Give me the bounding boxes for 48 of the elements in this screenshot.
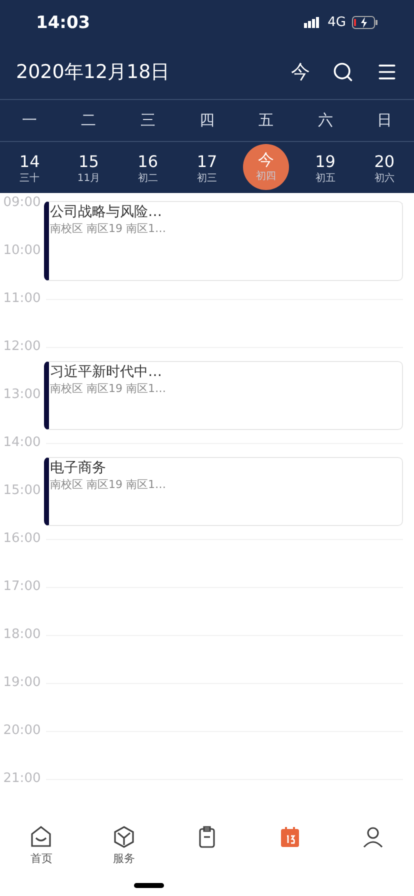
- event-location: 南校区 南区19 南区1…: [50, 381, 166, 397]
- today-button[interactable]: 今: [291, 59, 310, 85]
- event-card[interactable]: 习近平新时代中… 南校区 南区19 南区1…: [44, 361, 403, 430]
- profile-icon: [360, 825, 385, 849]
- hour-label: 21:00: [2, 771, 42, 788]
- day-cell[interactable]: 17 初三: [196, 144, 218, 193]
- hour-label: 19:00: [2, 675, 42, 692]
- date-title: 2020年12月18日: [16, 60, 171, 85]
- day-cell[interactable]: 14 三十: [19, 144, 40, 193]
- battery-charging-icon: [352, 16, 378, 29]
- event-card[interactable]: 电子商务 南校区 南区19 南区1…: [44, 457, 403, 526]
- cube-icon: [112, 825, 136, 849]
- hour-label: 15:00: [2, 483, 42, 500]
- day-cell[interactable]: 16 初二: [138, 144, 158, 193]
- weekday-label: 二: [80, 111, 98, 130]
- weekday-label: 六: [316, 111, 334, 130]
- day-cell[interactable]: 20 初六: [374, 144, 395, 193]
- event-title: 习近平新时代中…: [50, 363, 162, 381]
- tab-item[interactable]: 服务: [82, 819, 166, 867]
- event-location: 南校区 南区19 南区1…: [50, 221, 166, 237]
- tab-item[interactable]: 首页: [0, 819, 83, 867]
- weekday-label: 四: [198, 111, 216, 130]
- day-cell[interactable]: 15 11月: [77, 144, 100, 193]
- event-card[interactable]: 公司战略与风险… 南校区 南区19 南区1…: [44, 201, 403, 281]
- signal-icon: [304, 17, 322, 28]
- hour-label: 16:00: [2, 531, 42, 548]
- hour-label: 13:00: [2, 387, 42, 404]
- hour-label: 09:00: [2, 195, 42, 212]
- hour-label: 17:00: [2, 579, 42, 596]
- hour-label: 14:00: [2, 435, 42, 452]
- search-button[interactable]: [332, 61, 354, 83]
- home-icon: [29, 825, 54, 849]
- event-location: 南校区 南区19 南区1…: [50, 477, 166, 493]
- hour-label: 12:00: [2, 339, 42, 356]
- hour-label: 20:00: [2, 723, 42, 740]
- network-label: 4G: [328, 15, 346, 30]
- weekday-label: 三: [139, 111, 156, 130]
- weekday-label: 一: [21, 111, 38, 130]
- hour-label: 10:00: [2, 243, 42, 260]
- home-indicator: [134, 883, 164, 888]
- hour-label: 18:00: [2, 627, 42, 644]
- hour-label: 11:00: [2, 291, 42, 308]
- event-title: 公司战略与风险…: [50, 203, 162, 221]
- day-cell[interactable]: 19 初五: [315, 144, 336, 193]
- event-title: 电子商务: [50, 459, 106, 477]
- weekday-label: 日: [376, 111, 393, 130]
- weekday-label: 五: [258, 111, 275, 130]
- status-time: 14:03: [36, 12, 90, 32]
